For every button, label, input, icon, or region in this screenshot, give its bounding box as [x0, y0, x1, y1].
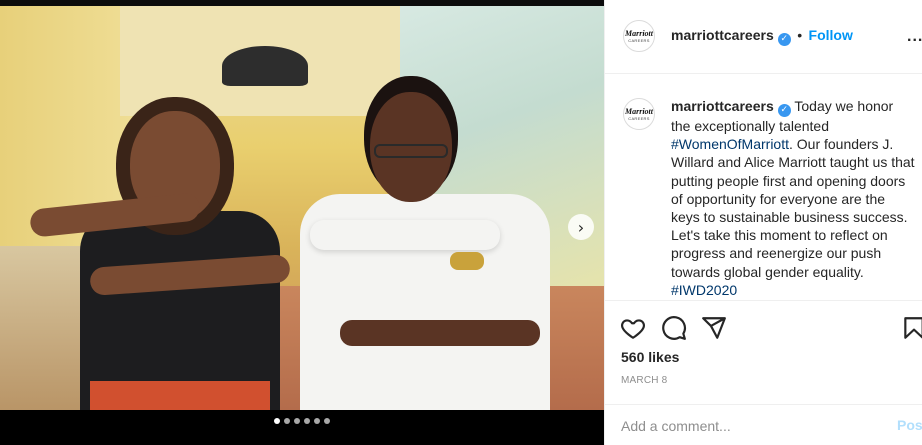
follow-button[interactable]: Follow: [809, 27, 853, 43]
header-separator: •: [797, 27, 803, 43]
person-right-name-badge: [450, 252, 484, 270]
post-comment-button[interactable]: Post: [897, 417, 922, 433]
person-left-apron: [90, 381, 270, 410]
likes-count[interactable]: 560 likes: [621, 349, 679, 365]
post-header: Marriott CAREERS marriottcareers ✓ • Foll…: [605, 0, 922, 74]
post-actions: 560 likes MARCH 8: [605, 300, 922, 400]
heart-icon[interactable]: [620, 315, 646, 341]
hashtag-womenofmarriott[interactable]: #WomenOfMarriott: [671, 136, 789, 152]
caption-avatar-brand: Marriott: [624, 106, 653, 116]
post-media[interactable]: ›: [0, 6, 604, 445]
comment-bubble-icon[interactable]: [661, 315, 687, 341]
avatar-sub: CAREERS: [628, 37, 650, 43]
photo-lamp: [222, 46, 308, 86]
chevron-right-icon: ›: [577, 217, 585, 237]
post-side-panel: Marriott CAREERS marriottcareers ✓ • Foll…: [604, 0, 922, 445]
ellipsis-icon[interactable]: ...: [907, 28, 922, 46]
bookmark-icon[interactable]: [901, 315, 922, 341]
paper-plane-icon[interactable]: [701, 315, 727, 341]
post-caption: marriottcareers ✓ Today we honor the exce…: [671, 97, 915, 299]
carousel-dot: [314, 418, 320, 424]
photo-person-left: [29, 101, 291, 410]
carousel-dot: [284, 418, 290, 424]
carousel-dot: [294, 418, 300, 424]
photo-person-right: [270, 84, 570, 410]
avatar[interactable]: Marriott CAREERS: [623, 20, 655, 52]
carousel-dots: [0, 418, 604, 428]
carousel-dot: [274, 418, 280, 424]
post-photo: [0, 6, 604, 410]
carousel-dot: [324, 418, 330, 424]
carousel-next-button[interactable]: ›: [568, 214, 594, 240]
caption-username[interactable]: marriottcareers: [671, 98, 774, 114]
header-username[interactable]: marriottcareers: [671, 27, 774, 43]
person-right-arm-upper: [310, 220, 500, 250]
post-date[interactable]: MARCH 8: [621, 375, 667, 386]
hashtag-iwd2020[interactable]: #IWD2020: [671, 282, 737, 298]
person-right-glasses: [374, 144, 448, 158]
verified-badge-icon: ✓: [777, 33, 791, 46]
caption-verified-badge-icon: ✓: [777, 104, 791, 117]
header-user-line: marriottcareers ✓ • Follow: [671, 27, 853, 46]
caption-avatar[interactable]: Marriott CAREERS: [623, 98, 655, 130]
carousel-dot: [304, 418, 310, 424]
comment-bar: Post: [605, 404, 922, 445]
caption-text-middle: . Our founders J. Willard and Alice Marr…: [671, 136, 915, 280]
caption-avatar-sub: CAREERS: [628, 115, 650, 121]
comment-input[interactable]: [621, 415, 871, 437]
avatar-brand: Marriott: [624, 28, 653, 38]
instagram-post: › Marriott CAREERS marriottcareers ✓ • Fo…: [0, 0, 922, 445]
person-right-arm-lower: [340, 320, 540, 346]
